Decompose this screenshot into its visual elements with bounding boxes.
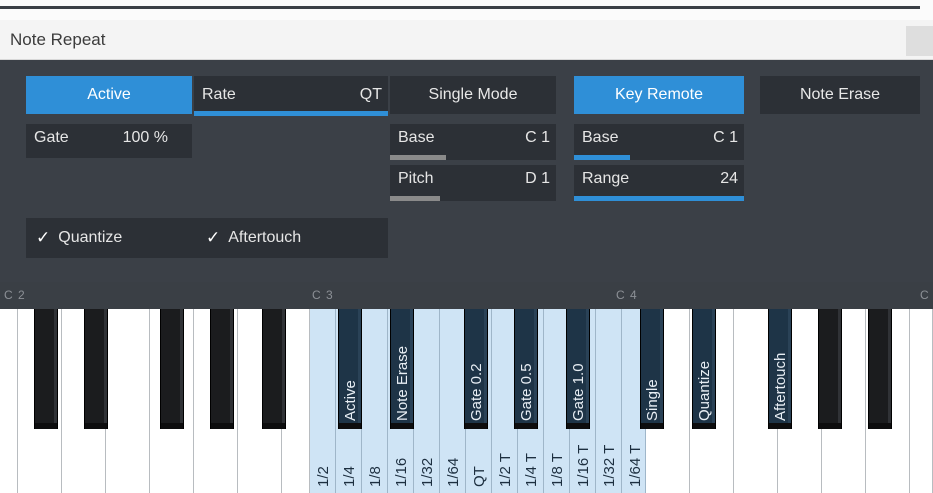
key-remote-label: Key Remote: [614, 86, 704, 103]
key-label: 1/16: [393, 457, 410, 487]
checkmark-icon: ✓: [36, 228, 51, 247]
single-base-bar: [390, 155, 446, 160]
black-key[interactable]: [34, 309, 58, 429]
piano-keyboard[interactable]: 1/2 1/4 1/8 1/16 1/32 1/64 QT 1/2 T 1/4 …: [0, 309, 933, 493]
remote-base-field[interactable]: Base C 1: [574, 124, 744, 160]
black-key[interactable]: [262, 309, 286, 429]
single-mode-label: Single Mode: [428, 86, 518, 103]
white-key[interactable]: [0, 309, 18, 493]
single-mode-button[interactable]: Single Mode: [390, 76, 556, 114]
active-button[interactable]: Active: [26, 76, 192, 114]
single-pitch-field[interactable]: Pitch D 1: [390, 165, 556, 201]
window-top-strip: [0, 0, 933, 20]
remote-base-value: C 1: [713, 129, 738, 146]
window-title: Note Repeat: [10, 30, 106, 49]
key-label: Gate 1.0: [570, 363, 587, 421]
black-key[interactable]: [818, 309, 842, 429]
remote-range-field[interactable]: Range 24: [574, 165, 744, 201]
black-key-note-erase[interactable]: Note Erase: [390, 309, 414, 429]
single-pitch-bar: [390, 196, 440, 201]
single-base-field[interactable]: Base C 1: [390, 124, 556, 160]
black-key-active[interactable]: Active: [338, 309, 362, 429]
black-key-gate-0-2[interactable]: Gate 0.2: [464, 309, 488, 429]
black-key-aftertouch[interactable]: Aftertouch: [768, 309, 792, 429]
white-key-rate-1-2[interactable]: 1/2: [310, 309, 336, 493]
options-group: ✓ Quantize ✓ Aftertouch: [26, 218, 388, 258]
remote-range-value: 24: [720, 170, 738, 187]
single-pitch-value: D 1: [525, 170, 550, 187]
note-name-strip: C 2 C 3 C 4 C: [0, 282, 933, 309]
black-key[interactable]: [210, 309, 234, 429]
note-erase-label: Note Erase: [799, 86, 881, 103]
aftertouch-label: Aftertouch: [228, 229, 302, 246]
rate-value: QT: [359, 86, 382, 103]
active-label: Active: [87, 86, 131, 103]
black-key-gate-0-5[interactable]: Gate 0.5: [514, 309, 538, 429]
title-bar: Note Repeat: [0, 20, 933, 60]
close-button[interactable]: [906, 26, 933, 56]
note-repeat-panel: Active Rate QT Single Mode Key Remote No…: [0, 60, 933, 282]
note-name-c2: C 2: [4, 288, 26, 302]
top-divider: [0, 6, 920, 9]
white-key-rate-1-64[interactable]: 1/64: [440, 309, 466, 493]
note-name-c4: C 4: [616, 288, 638, 302]
key-label: Quantize: [696, 360, 713, 421]
key-label: Gate 0.2: [468, 363, 485, 421]
gate-value: 100 %: [122, 129, 168, 146]
single-pitch-label: Pitch: [398, 170, 434, 187]
key-label: 1/32 T: [601, 444, 618, 487]
note-erase-button[interactable]: Note Erase: [760, 76, 920, 114]
rate-bar: [194, 111, 388, 116]
remote-base-label: Base: [582, 129, 619, 146]
white-key[interactable]: [106, 309, 150, 493]
key-label: Gate 0.5: [518, 363, 535, 421]
remote-range-bar: [574, 196, 744, 201]
black-key-gate-1-0[interactable]: Gate 1.0: [566, 309, 590, 429]
white-key[interactable]: [910, 309, 933, 493]
key-label: 1/64: [445, 457, 462, 487]
key-label: 1/2: [315, 466, 332, 487]
quantize-label: Quantize: [58, 229, 123, 246]
key-label: Aftertouch: [772, 352, 789, 421]
key-label: 1/8: [367, 466, 384, 487]
aftertouch-checkbox[interactable]: ✓ Aftertouch: [206, 228, 301, 248]
key-remote-button[interactable]: Key Remote: [574, 76, 744, 114]
gate-label: Gate: [34, 129, 69, 146]
remote-range-label: Range: [582, 170, 630, 187]
checkmark-icon: ✓: [206, 228, 221, 247]
remote-base-bar: [574, 155, 630, 160]
key-label: 1/16 T: [575, 444, 592, 487]
white-key[interactable]: [282, 309, 310, 493]
black-key-quantize[interactable]: Quantize: [692, 309, 716, 429]
black-key[interactable]: [160, 309, 184, 429]
black-key[interactable]: [868, 309, 892, 429]
single-base-label: Base: [398, 129, 435, 146]
key-label: 1/64 T: [627, 444, 644, 487]
black-key-single[interactable]: Single: [640, 309, 664, 429]
white-key-rate-1-32[interactable]: 1/32: [414, 309, 440, 493]
white-key-rate-1-32t[interactable]: 1/32 T: [596, 309, 622, 493]
key-label: 1/2 T: [497, 453, 514, 487]
key-label: 1/32: [419, 457, 436, 487]
key-label: QT: [471, 466, 488, 487]
black-key[interactable]: [84, 309, 108, 429]
key-label: Note Erase: [394, 345, 411, 421]
note-name-c5: C: [920, 288, 930, 302]
key-label: Single: [644, 379, 661, 421]
note-name-c3: C 3: [312, 288, 334, 302]
rate-field[interactable]: Rate QT: [194, 76, 388, 116]
gate-field[interactable]: Gate 100 %: [26, 124, 192, 158]
key-label: 1/4: [341, 466, 358, 487]
key-label: 1/8 T: [549, 453, 566, 487]
key-label: 1/4 T: [523, 453, 540, 487]
white-key-rate-1-8[interactable]: 1/8: [362, 309, 388, 493]
key-label: Active: [342, 380, 359, 421]
quantize-checkbox[interactable]: ✓ Quantize: [36, 228, 122, 248]
rate-label: Rate: [202, 86, 236, 103]
single-base-value: C 1: [525, 129, 550, 146]
